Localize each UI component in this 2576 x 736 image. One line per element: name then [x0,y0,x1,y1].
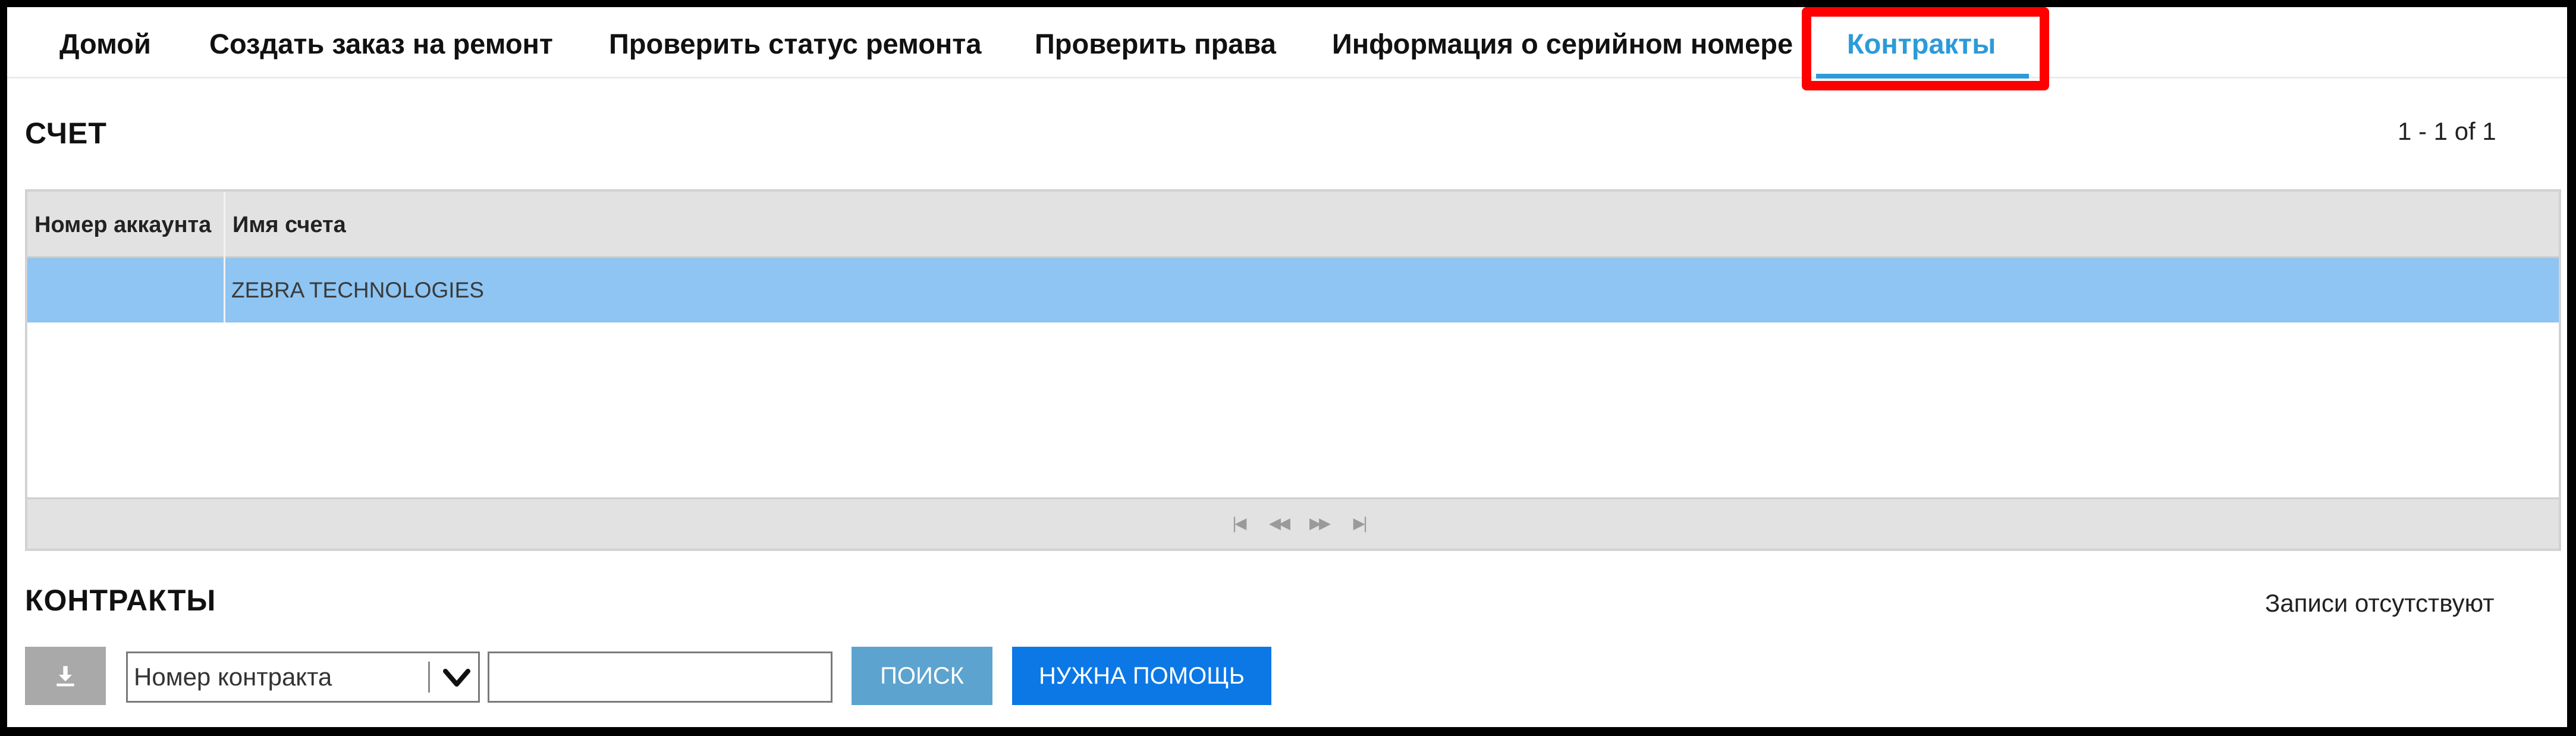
contract-search-input[interactable] [488,652,833,703]
top-nav: Домой Создать заказ на ремонт Проверить … [7,7,2567,79]
cell-account-number [27,258,224,322]
tab-home[interactable]: Домой [59,27,151,61]
page-frame: Домой Создать заказ на ремонт Проверить … [7,7,2567,727]
contract-filter-value: Номер контракта [134,663,332,691]
search-button[interactable]: ПОИСК [852,647,992,705]
need-help-button[interactable]: НУЖНА ПОМОЩЬ [1012,647,1271,705]
table-header: Номер аккаунта Имя счета [27,192,2559,258]
tab-entitlement[interactable]: Проверить права [1035,27,1276,61]
accounts-pagination-info: 1 - 1 of 1 [2398,117,2496,145]
last-page-icon[interactable]: ▶| [1349,515,1370,533]
tab-repair-status[interactable]: Проверить статус ремонта [609,27,981,61]
download-button[interactable] [25,647,106,705]
table-pager: |◀ ◀◀ ▶▶ ▶| [27,497,2559,549]
contract-filter-select[interactable]: Номер контракта [126,652,480,703]
column-header-account-name[interactable]: Имя счета [225,192,346,258]
tab-create-repair[interactable]: Создать заказ на ремонт [209,27,553,61]
tab-highlight-box [1802,7,2049,90]
first-page-icon[interactable]: |◀ [1227,515,1249,533]
accounts-table: Номер аккаунта Имя счета ZEBRA TECHNOLOG… [25,189,2561,551]
table-row[interactable]: ZEBRA TECHNOLOGIES [27,258,2559,322]
column-divider [224,192,225,322]
select-separator [428,662,430,693]
chevron-down-icon [443,669,470,687]
tab-serial-info[interactable]: Информация о серийном номере [1332,27,1793,61]
column-header-account-number[interactable]: Номер аккаунта [27,192,211,258]
accounts-title: СЧЕТ [25,117,107,150]
prev-page-icon[interactable]: ◀◀ [1268,515,1290,533]
contracts-status: Записи отсутствуют [2265,589,2495,617]
next-page-icon[interactable]: ▶▶ [1308,515,1331,533]
contracts-title: КОНТРАКТЫ [25,584,216,617]
cell-account-name: ZEBRA TECHNOLOGIES [231,278,484,302]
download-icon [56,666,74,687]
